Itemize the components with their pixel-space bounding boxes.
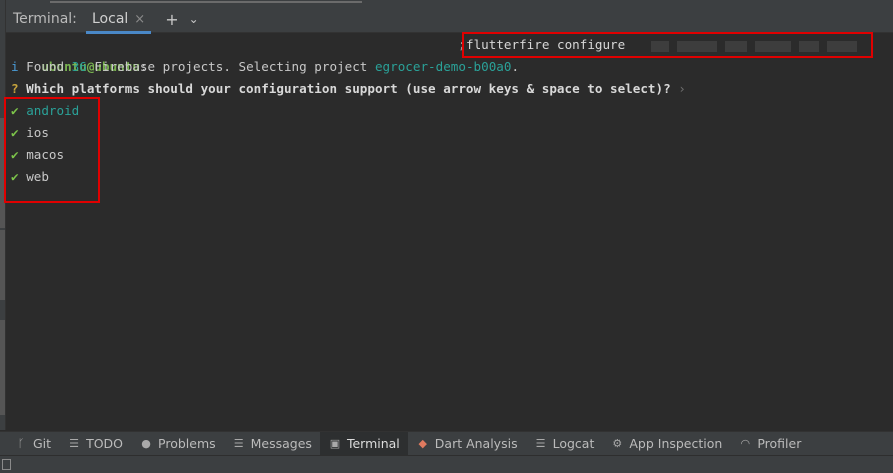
terminal-icon: ▣ xyxy=(329,437,341,450)
terminal-output[interactable]: ubuntu@ubuntu: ; flutterfire configure i… xyxy=(4,32,893,430)
app-inspection-icon: ⚙ xyxy=(612,437,623,450)
tool-tab-problems[interactable]: ● Problems xyxy=(131,432,224,456)
tool-tab-todo[interactable]: ☰ TODO xyxy=(59,432,131,456)
tool-tab-label: Terminal xyxy=(346,436,400,451)
terminal-tab-bar: Terminal: Local × + ⌄ xyxy=(6,6,893,34)
tool-tab-git[interactable]: ᚴ Git xyxy=(6,432,59,456)
left-strip-tool-tab[interactable] xyxy=(0,320,5,415)
question-text: Which platforms should your configuratio… xyxy=(18,81,671,96)
tool-tab-app-inspection[interactable]: ⚙ App Inspection xyxy=(602,432,730,456)
tool-tab-messages[interactable]: ☰ Messages xyxy=(224,432,320,456)
tool-tab-label: Git xyxy=(33,436,52,451)
terminal-scrollbar[interactable] xyxy=(883,34,893,430)
close-icon[interactable]: × xyxy=(134,12,145,27)
info-text-mid: Firebase projects. Selecting project xyxy=(86,59,375,74)
info-text-pre: Found xyxy=(18,59,72,74)
tool-windows-toggle-icon[interactable] xyxy=(2,459,11,470)
tool-tab-label: TODO xyxy=(86,436,124,451)
tool-tab-terminal[interactable]: ▣ Terminal xyxy=(319,431,408,456)
question-mark-icon: ? xyxy=(11,81,19,96)
info-text-post: . xyxy=(511,59,520,74)
logcat-icon: ☰ xyxy=(535,437,546,450)
git-icon: ᚴ xyxy=(17,437,25,450)
scroll-indicator xyxy=(50,1,362,3)
dart-analysis-icon: ◆ xyxy=(418,437,428,450)
terminal-line-question: ? Which platforms should your configurat… xyxy=(11,78,686,100)
problems-icon: ● xyxy=(141,437,151,450)
chevron-right-icon: › xyxy=(670,81,686,96)
tool-tab-logcat[interactable]: ☰ Logcat xyxy=(526,432,603,456)
project-name: egrocer-demo-b00a0 xyxy=(374,59,512,74)
profiler-icon: ◠ xyxy=(740,437,751,450)
tab-local[interactable]: Local × xyxy=(86,6,152,34)
platforms-highlight-box xyxy=(4,97,100,203)
tool-tab-label: Logcat xyxy=(552,436,595,451)
tool-tab-dart-analysis[interactable]: ◆ Dart Analysis xyxy=(408,432,526,456)
messages-icon: ☰ xyxy=(233,437,244,450)
chevron-down-icon[interactable]: ⌄ xyxy=(189,12,199,26)
tool-tab-label: Messages xyxy=(250,436,312,451)
status-bar xyxy=(0,455,893,473)
project-count: 36 xyxy=(71,59,87,74)
tool-tab-label: Dart Analysis xyxy=(434,436,518,451)
terminal-line-info: i Found 36 Firebase projects. Selecting … xyxy=(11,56,519,78)
new-tab-plus-icon[interactable]: + xyxy=(165,10,178,29)
tool-window-bar: ᚴ Git ☰ TODO ● Problems ☰ Messages ▣ Terminal… xyxy=(0,431,893,456)
tab-local-label: Local xyxy=(92,11,129,27)
tool-tab-label: Problems xyxy=(158,436,216,451)
panel-title: Terminal: xyxy=(13,11,77,27)
tool-tab-label: Profiler xyxy=(757,436,802,451)
left-strip-tool-tab[interactable] xyxy=(0,230,5,300)
todo-icon: ☰ xyxy=(69,437,79,450)
info-icon: i xyxy=(11,59,19,74)
tool-tab-profiler[interactable]: ◠ Profiler xyxy=(730,432,809,456)
tool-tab-label: App Inspection xyxy=(629,436,723,451)
command-highlight-box xyxy=(462,32,873,58)
